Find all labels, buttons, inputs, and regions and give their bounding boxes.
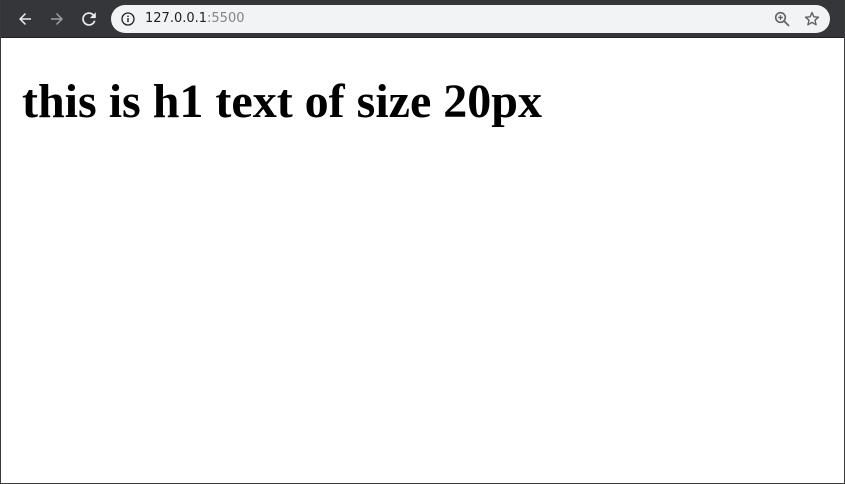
star-icon[interactable]	[804, 11, 820, 27]
zoom-in-icon[interactable]	[774, 11, 790, 27]
browser-toolbar: 127.0.0.1:5500	[1, 0, 844, 38]
address-bar[interactable]: 127.0.0.1:5500	[111, 5, 830, 33]
reload-icon	[82, 12, 96, 26]
arrow-left-icon	[19, 13, 31, 25]
url-port: :5500	[207, 11, 245, 26]
back-button[interactable]	[11, 5, 39, 33]
forward-button[interactable]	[43, 5, 71, 33]
reload-button[interactable]	[75, 5, 103, 33]
url-text[interactable]: 127.0.0.1:5500	[145, 10, 245, 28]
page-viewport: this is h1 text of size 20px	[1, 38, 844, 483]
page-heading: this is h1 text of size 20px	[22, 75, 542, 128]
arrow-right-icon	[51, 13, 63, 25]
url-host: 127.0.0.1	[145, 11, 208, 26]
info-icon[interactable]	[121, 12, 135, 26]
browser-window: 127.0.0.1:5500 this is h1 text of size 2…	[0, 0, 845, 484]
